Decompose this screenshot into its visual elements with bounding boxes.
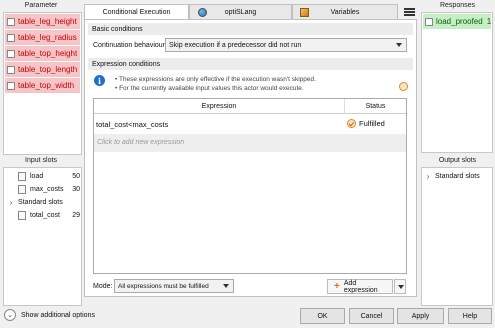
response-label: load_proofed: [436, 17, 483, 26]
info-icon: i: [94, 75, 105, 86]
input-slot-row[interactable]: total_cost 29: [4, 209, 81, 222]
group-label: Standard slots: [18, 199, 63, 206]
checkbox[interactable]: [7, 81, 15, 90]
parameter-label: table_leg_radius: [18, 33, 77, 42]
tab-label: Conditional Execution: [102, 9, 171, 16]
tab-bar: Conditional Execution optiSLang Variable…: [84, 4, 417, 20]
slot-label: max_costs: [30, 186, 64, 193]
slot-icon: [18, 185, 26, 194]
status-cell: Fulfilled: [347, 119, 385, 128]
expression-cell[interactable]: total_cost<max_costs: [96, 120, 168, 129]
chevron-down-icon: [396, 43, 402, 47]
slot-icon: [18, 211, 26, 220]
tab-optislang[interactable]: optiSLang: [189, 4, 292, 19]
add-expression-label: Add expression: [343, 279, 378, 294]
checkbox[interactable]: [7, 17, 15, 26]
parameter-item[interactable]: table_top_width: [5, 78, 80, 93]
add-expression-dropdown[interactable]: [394, 279, 406, 294]
add-expression-button[interactable]: + Add expression: [327, 279, 393, 294]
column-header-expression[interactable]: Expression: [94, 99, 345, 114]
checkbox[interactable]: [425, 17, 433, 26]
slot-icon: [18, 172, 26, 181]
input-slot-row[interactable]: max_costs 30: [4, 183, 81, 196]
parameter-label: table_leg_height: [18, 17, 77, 26]
chevron-right-icon[interactable]: ›: [7, 198, 15, 207]
parameter-label: table_top_height: [18, 49, 78, 58]
expression-table: Expression Status total_cost<max_costs F…: [93, 98, 407, 274]
response-item[interactable]: load_proofed 1: [423, 14, 491, 29]
globe-icon: [197, 7, 207, 17]
tab-label: optiSLang: [224, 8, 257, 16]
add-expression-row[interactable]: Click to add new expression: [94, 134, 406, 152]
output-slots-title: Output slots: [438, 157, 477, 164]
parameter-item[interactable]: table_top_height: [5, 46, 80, 61]
group-label: Standard slots: [435, 173, 480, 180]
slot-value: 50: [72, 173, 80, 180]
tab-label: Variables: [330, 8, 360, 16]
parameter-item[interactable]: table_leg_height: [5, 14, 80, 29]
continuation-label: Continuation behaviour:: [93, 42, 167, 49]
input-slots-list: load 50 max_costs 30 › Standard slots to…: [3, 167, 82, 306]
response-value: 1: [486, 17, 491, 26]
parameter-label: table_top_length: [18, 65, 78, 74]
help-button[interactable]: Help: [448, 308, 492, 324]
ok-button[interactable]: OK: [300, 308, 345, 324]
variables-icon: [299, 7, 309, 17]
tab-variables[interactable]: Variables: [292, 4, 398, 19]
expression-conditions-header: Expression conditions: [88, 58, 413, 70]
mode-label: Mode:: [93, 283, 113, 290]
status-indicator-icon: [399, 82, 408, 91]
output-slots-list: › Standard slots: [421, 167, 493, 306]
input-slots-title: Input slots: [25, 157, 57, 164]
plus-icon: +: [334, 280, 340, 292]
info-note: • For the currently available input valu…: [115, 85, 304, 92]
slot-label: load: [30, 173, 44, 180]
add-expression-placeholder: Click to add new expression: [97, 139, 185, 146]
info-note: • These expressions are only effective i…: [115, 76, 316, 83]
parameter-label: table_top_width: [18, 81, 75, 90]
cancel-button[interactable]: Cancel: [349, 308, 394, 324]
output-slot-group[interactable]: › Standard slots: [424, 170, 492, 183]
checkbox[interactable]: [7, 49, 15, 58]
slot-value: 29: [72, 212, 80, 219]
mode-value: All expressions must be fulfilled: [118, 282, 209, 290]
table-row[interactable]: total_cost<max_costs Fulfilled: [94, 115, 406, 134]
responses-panel-title: Responses: [439, 2, 476, 9]
chevron-right-icon[interactable]: ›: [424, 172, 432, 181]
tab-conditional-execution[interactable]: Conditional Execution: [84, 4, 189, 20]
input-slot-group[interactable]: › Standard slots: [4, 196, 81, 209]
parameter-item[interactable]: table_top_length: [5, 62, 80, 77]
status-text: Fulfilled: [359, 119, 385, 128]
apply-button[interactable]: Apply: [397, 308, 444, 324]
column-header-status[interactable]: Status: [345, 99, 406, 114]
checkbox[interactable]: [7, 65, 15, 74]
chevron-down-icon: ⌄: [4, 309, 16, 321]
input-slot-row[interactable]: load 50: [4, 170, 81, 183]
continuation-dropdown[interactable]: Skip execution if a predecessor did not …: [165, 38, 407, 52]
slot-label: total_cost: [30, 212, 60, 219]
chevron-down-icon: [398, 285, 404, 289]
show-additional-options[interactable]: ⌄ Show additional options: [4, 309, 95, 321]
continuation-value: Skip execution if a predecessor did not …: [169, 41, 302, 49]
parameter-panel-title: Parameter: [24, 2, 58, 9]
slot-value: 30: [72, 186, 80, 193]
fulfilled-icon: [347, 119, 356, 128]
chevron-down-icon: [223, 284, 229, 288]
parameter-item[interactable]: table_leg_radius: [5, 30, 80, 45]
menu-icon[interactable]: [404, 5, 415, 18]
basic-conditions-header: Basic conditions: [88, 23, 413, 35]
checkbox[interactable]: [7, 33, 15, 42]
parameter-list: table_leg_height table_leg_radius table_…: [3, 12, 82, 155]
responses-list: load_proofed 1: [421, 12, 493, 153]
show-more-label: Show additional options: [21, 311, 95, 319]
mode-dropdown[interactable]: All expressions must be fulfilled: [114, 279, 234, 293]
conditional-execution-pane: Basic conditions Continuation behaviour:…: [84, 19, 417, 297]
